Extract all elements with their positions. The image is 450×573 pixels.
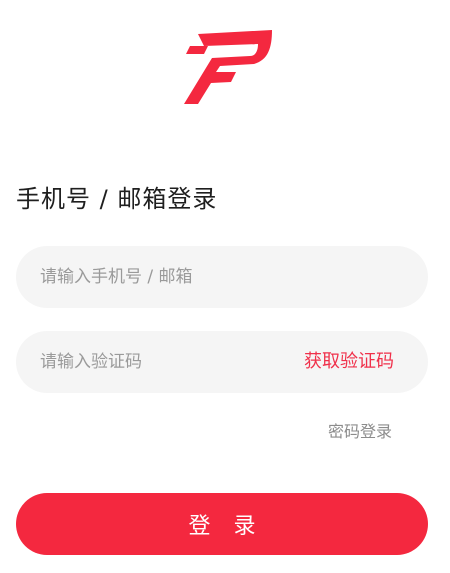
page-title: 手机号 / 邮箱登录 (16, 185, 218, 213)
get-code-button[interactable]: 获取验证码 (304, 331, 394, 393)
phone-email-field[interactable] (16, 246, 428, 308)
verification-code-field[interactable]: 获取验证码 (16, 331, 428, 393)
verification-code-input[interactable] (40, 331, 280, 393)
login-button[interactable]: 登 录 (16, 493, 428, 555)
p-logo-icon (168, 26, 274, 106)
phone-email-input[interactable] (40, 246, 400, 308)
password-login-link[interactable]: 密码登录 (328, 420, 392, 444)
